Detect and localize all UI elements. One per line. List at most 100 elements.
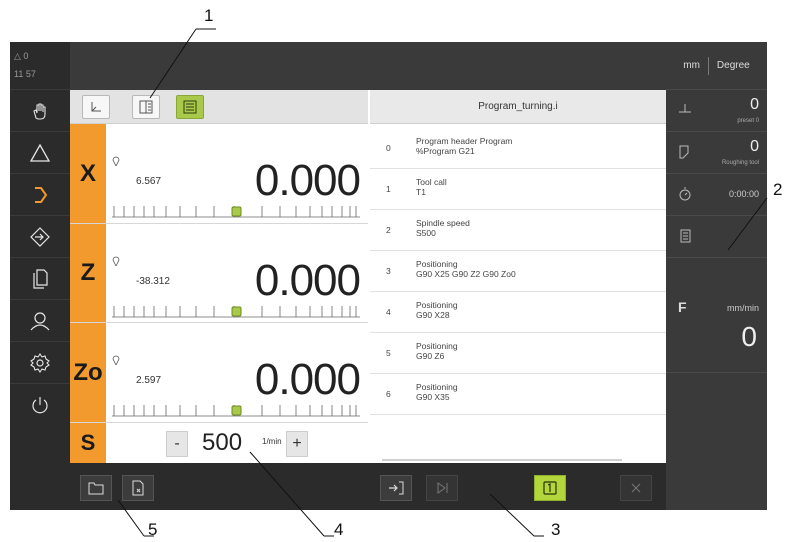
auto-run-toggle[interactable] [534,475,566,501]
callout-4: 4 [334,520,344,539]
block-number: 5 [386,348,391,358]
spindle-speed-value[interactable]: 500 [202,429,242,457]
axis-row-zo[interactable]: Zo 2.597 0.000 [70,323,368,423]
timer-value: 0:00:00 [728,189,759,199]
program-block[interactable]: 0 Program header Program %Program G21 [370,128,666,169]
abort-button[interactable] [620,475,652,501]
split-view-icon [139,100,153,114]
next-block-button[interactable] [380,475,412,501]
status-time: 11 57 [14,69,36,79]
axis-label: Z [70,224,106,322]
sidebar-item-programming[interactable] [10,216,70,258]
axis-row-x[interactable]: X 6.567 0.000 [70,124,368,224]
step-into-icon [389,481,404,495]
documents-icon [33,268,48,289]
preset-label: preset 0 [737,118,759,124]
block-code: G90 X35 [416,392,450,402]
sidebar-item-manual-mode[interactable] [10,90,70,132]
block-code: S500 [416,228,436,238]
program-block[interactable]: 1 Tool call T1 [370,169,666,210]
block-title: Spindle speed [416,218,470,228]
preset-display[interactable]: 0 preset 0 [666,90,767,132]
position-scale [112,206,360,218]
spindle-speed-row: S - 500 1/min + [70,423,368,463]
axis-actual-value: -38.312 [136,276,170,287]
view-toolbar [70,90,368,124]
calculator-display[interactable] [666,216,767,258]
sidebar-item-program-run[interactable] [10,174,70,216]
close-program-button[interactable] [122,475,154,501]
block-title: Tool call [416,177,447,187]
position-marker [231,306,242,317]
callout-2: 2 [773,180,783,199]
status-area: △ 0 11 57 [10,42,70,90]
program-block[interactable]: 2 Spindle speed S500 [370,210,666,251]
main-menu-sidebar: △ 0 11 57 [10,42,70,510]
calculator-icon [680,229,691,243]
callout-1: 1 [204,6,214,25]
block-title: Positioning [416,382,458,392]
program-title: Program_turning.i [370,90,666,124]
axes-icon [91,102,101,112]
sidebar-item-file-management[interactable] [10,258,70,300]
position-marker [231,405,242,416]
spindle-speed-unit: 1/min [262,437,282,446]
split-view-button[interactable] [132,95,160,119]
block-title: Program header Program [416,136,513,146]
block-code: G90 X25 G90 Z2 G90 Zo0 [416,269,516,279]
preset-value: 0 [750,96,759,113]
spindle-label: S [70,423,106,463]
block-number: 1 [386,184,391,194]
sidebar-item-settings[interactable] [10,342,70,384]
feed-label: F [678,299,687,315]
power-icon [32,397,48,414]
speed-decrease-button[interactable]: - [166,431,188,457]
feed-rate-display[interactable]: F mm/min 0 [666,293,767,373]
tool-display[interactable]: 0 Roughing tool [666,132,767,174]
block-number: 2 [386,225,391,235]
status-indicator: △ 0 [14,51,29,61]
program-block[interactable]: 5 Positioning G90 Z6 [370,333,666,374]
program-block[interactable]: 6 Positioning G90 X35 [370,374,666,415]
position-scale [112,405,360,417]
user-icon [30,311,50,330]
header-strip [70,42,666,90]
program-scrollbar[interactable] [382,459,622,461]
axis-actual-value: 6.567 [136,176,162,187]
program-block[interactable]: 4 Positioning G90 X28 [370,292,666,333]
block-code: %Program G21 [416,146,475,156]
program-block[interactable]: 3 Positioning G90 X25 G90 Z2 G90 Zo0 [370,251,666,292]
folder-icon [88,482,104,495]
program-block-list: 0 Program header Program %Program G21 1 T… [370,124,666,462]
block-code: T1 [416,187,426,197]
coordinate-view-button[interactable] [82,95,110,119]
open-program-button[interactable] [80,475,112,501]
axis-row-z[interactable]: Z -38.312 0.000 [70,224,368,323]
program-view-button[interactable] [176,95,204,119]
tool-label: Roughing tool [721,160,759,166]
block-number: 6 [386,389,391,399]
stopwatch-icon [679,187,691,201]
reference-mark-icon [112,156,120,166]
sidebar-item-mdi[interactable] [10,132,70,174]
block-title: Positioning [416,341,458,351]
hand-icon [33,102,46,120]
sidebar-item-user-login[interactable] [10,300,70,342]
tool-icon [679,145,689,159]
timer-display[interactable]: 0:00:00 [666,174,767,216]
block-title: Positioning [416,259,458,269]
axis-label: Zo [70,323,106,422]
sidebar-item-power[interactable] [10,384,70,426]
axis-actual-value: 2.597 [136,375,162,386]
axis-position-value: 0.000 [254,156,361,205]
crosshair-icon [679,104,691,113]
units-selector[interactable]: mm Degree [666,42,767,90]
reference-mark-icon [112,355,120,365]
speed-increase-button[interactable]: + [286,431,308,457]
block-title: Positioning [416,300,458,310]
chevron-right-icon [35,186,48,203]
callout-5: 5 [148,520,158,539]
block-number: 4 [386,307,391,317]
single-step-button[interactable] [426,475,458,501]
position-scale [112,306,360,318]
